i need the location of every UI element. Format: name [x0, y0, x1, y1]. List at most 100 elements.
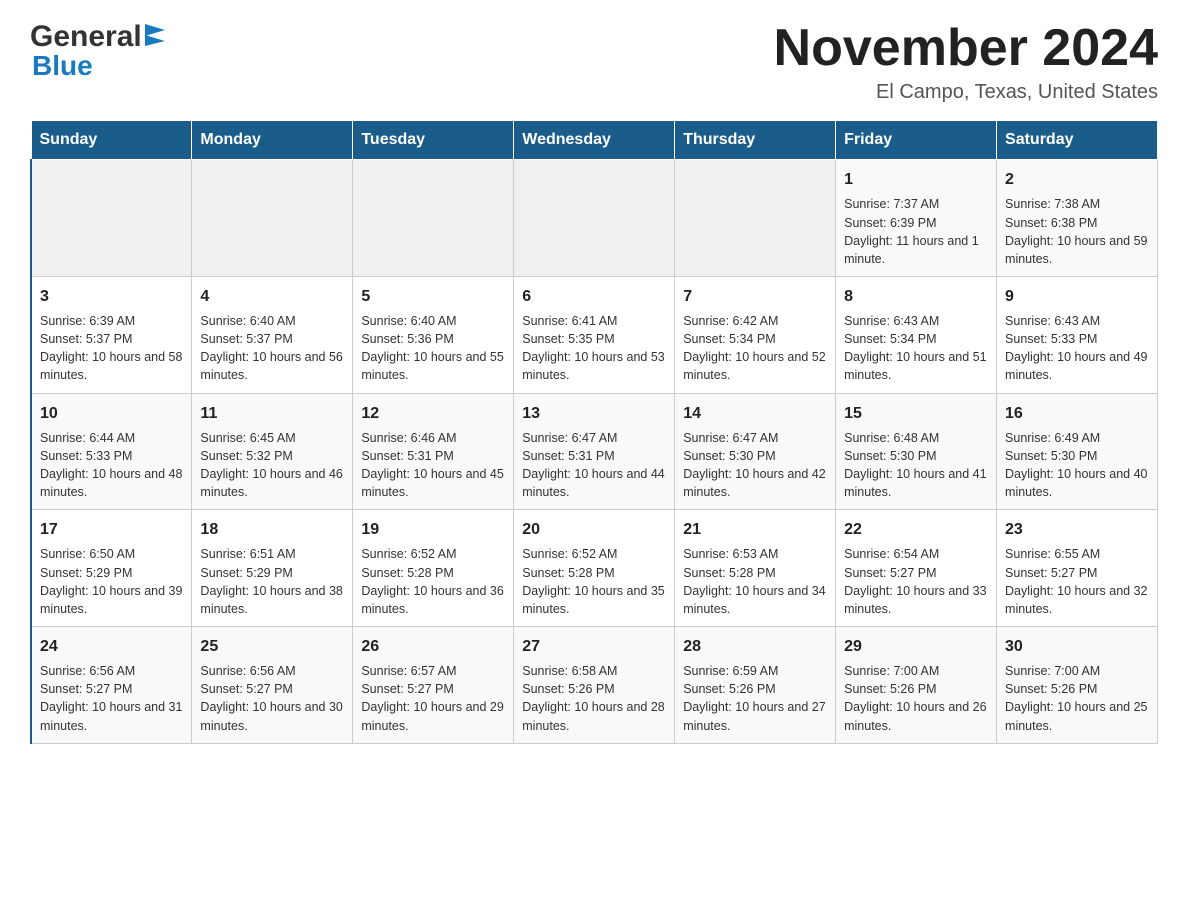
calendar-cell: 18 Sunrise: 6:51 AM Sunset: 5:29 PM Dayli… [192, 510, 353, 627]
day-info: Sunrise: 7:00 AM Sunset: 5:26 PM Dayligh… [1005, 662, 1149, 735]
location-text: El Campo, Texas, United States [774, 81, 1158, 104]
day-number: 8 [844, 285, 988, 308]
day-info: Sunrise: 6:42 AM Sunset: 5:34 PM Dayligh… [683, 312, 827, 385]
day-number: 5 [361, 285, 505, 308]
calendar-week-row: 17Sunrise: 6:50 AM Sunset: 5:29 PM Dayli… [31, 510, 1158, 627]
calendar-cell: 26 Sunrise: 6:57 AM Sunset: 5:27 PM Dayli… [353, 626, 514, 743]
col-tuesday: Tuesday [353, 121, 514, 160]
day-info: Sunrise: 6:51 AM Sunset: 5:29 PM Dayligh… [200, 545, 344, 618]
col-saturday: Saturday [997, 121, 1158, 160]
day-number: 10 [40, 402, 183, 425]
month-title: November 2024 [774, 20, 1158, 77]
day-info: Sunrise: 6:39 AM Sunset: 5:37 PM Dayligh… [40, 312, 183, 385]
calendar-cell: 9Sunrise: 6:43 AM Sunset: 5:33 PM Daylig… [997, 276, 1158, 393]
calendar-week-row: 3 Sunrise: 6:39 AM Sunset: 5:37 PM Daylig… [31, 276, 1158, 393]
day-info: Sunrise: 6:47 AM Sunset: 5:30 PM Dayligh… [683, 429, 827, 502]
day-number: 23 [1005, 518, 1149, 541]
calendar-cell: 7 Sunrise: 6:42 AM Sunset: 5:34 PM Daylig… [675, 276, 836, 393]
day-number: 27 [522, 635, 666, 658]
day-info: Sunrise: 6:52 AM Sunset: 5:28 PM Dayligh… [522, 545, 666, 618]
days-of-week-row: Sunday Monday Tuesday Wednesday Thursday… [31, 121, 1158, 160]
day-number: 28 [683, 635, 827, 658]
calendar-cell: 15Sunrise: 6:48 AM Sunset: 5:30 PM Dayli… [836, 393, 997, 510]
day-number: 12 [361, 402, 505, 425]
day-info: Sunrise: 6:40 AM Sunset: 5:36 PM Dayligh… [361, 312, 505, 385]
calendar-cell [192, 160, 353, 277]
day-number: 21 [683, 518, 827, 541]
calendar-cell [31, 160, 192, 277]
calendar-cell: 24Sunrise: 6:56 AM Sunset: 5:27 PM Dayli… [31, 626, 192, 743]
day-number: 29 [844, 635, 988, 658]
day-info: Sunrise: 6:44 AM Sunset: 5:33 PM Dayligh… [40, 429, 183, 502]
day-info: Sunrise: 6:43 AM Sunset: 5:33 PM Dayligh… [1005, 312, 1149, 385]
day-info: Sunrise: 6:45 AM Sunset: 5:32 PM Dayligh… [200, 429, 344, 502]
calendar-cell: 11Sunrise: 6:45 AM Sunset: 5:32 PM Dayli… [192, 393, 353, 510]
day-number: 7 [683, 285, 827, 308]
day-number: 22 [844, 518, 988, 541]
day-number: 26 [361, 635, 505, 658]
calendar-cell: 21 Sunrise: 6:53 AM Sunset: 5:28 PM Dayli… [675, 510, 836, 627]
day-number: 15 [844, 402, 988, 425]
calendar-cell: 27 Sunrise: 6:58 AM Sunset: 5:26 PM Dayli… [514, 626, 675, 743]
day-info: Sunrise: 6:43 AM Sunset: 5:34 PM Dayligh… [844, 312, 988, 385]
day-number: 6 [522, 285, 666, 308]
calendar-week-row: 10 Sunrise: 6:44 AM Sunset: 5:33 PM Dayli… [31, 393, 1158, 510]
day-info: Sunrise: 7:00 AM Sunset: 5:26 PM Dayligh… [844, 662, 988, 735]
calendar-cell: 6 Sunrise: 6:41 AM Sunset: 5:35 PM Daylig… [514, 276, 675, 393]
day-info: Sunrise: 6:41 AM Sunset: 5:35 PM Dayligh… [522, 312, 666, 385]
title-area: November 2024 El Campo, Texas, United St… [774, 20, 1158, 104]
page-header: General Blue November 2024 El Campo, Tex… [30, 20, 1158, 104]
day-number: 16 [1005, 402, 1149, 425]
day-info: Sunrise: 6:54 AM Sunset: 5:27 PM Dayligh… [844, 545, 988, 618]
calendar-week-row: 24Sunrise: 6:56 AM Sunset: 5:27 PM Dayli… [31, 626, 1158, 743]
col-friday: Friday [836, 121, 997, 160]
day-number: 19 [361, 518, 505, 541]
calendar-cell: 22 Sunrise: 6:54 AM Sunset: 5:27 PM Dayli… [836, 510, 997, 627]
day-number: 20 [522, 518, 666, 541]
calendar-cell: 23 Sunrise: 6:55 AM Sunset: 5:27 PM Dayli… [997, 510, 1158, 627]
calendar-cell: 8 Sunrise: 6:43 AM Sunset: 5:34 PM Daylig… [836, 276, 997, 393]
day-number: 2 [1005, 168, 1149, 191]
calendar-cell [675, 160, 836, 277]
day-number: 13 [522, 402, 666, 425]
calendar-cell: 1Sunrise: 7:37 AM Sunset: 6:39 PM Daylig… [836, 160, 997, 277]
calendar-cell: 10 Sunrise: 6:44 AM Sunset: 5:33 PM Dayli… [31, 393, 192, 510]
logo-general-text: General [30, 20, 142, 54]
calendar-cell: 28 Sunrise: 6:59 AM Sunset: 5:26 PM Dayli… [675, 626, 836, 743]
day-info: Sunrise: 6:47 AM Sunset: 5:31 PM Dayligh… [522, 429, 666, 502]
calendar-cell: 25Sunrise: 6:56 AM Sunset: 5:27 PM Dayli… [192, 626, 353, 743]
day-info: Sunrise: 6:46 AM Sunset: 5:31 PM Dayligh… [361, 429, 505, 502]
calendar-cell: 5 Sunrise: 6:40 AM Sunset: 5:36 PM Daylig… [353, 276, 514, 393]
day-info: Sunrise: 6:59 AM Sunset: 5:26 PM Dayligh… [683, 662, 827, 735]
calendar-header: Sunday Monday Tuesday Wednesday Thursday… [31, 121, 1158, 160]
day-number: 3 [40, 285, 183, 308]
calendar-cell: 16 Sunrise: 6:49 AM Sunset: 5:30 PM Dayli… [997, 393, 1158, 510]
day-number: 1 [844, 168, 988, 191]
day-info: Sunrise: 6:58 AM Sunset: 5:26 PM Dayligh… [522, 662, 666, 735]
col-wednesday: Wednesday [514, 121, 675, 160]
day-info: Sunrise: 6:49 AM Sunset: 5:30 PM Dayligh… [1005, 429, 1149, 502]
calendar-cell: 19 Sunrise: 6:52 AM Sunset: 5:28 PM Dayli… [353, 510, 514, 627]
day-number: 30 [1005, 635, 1149, 658]
day-info: Sunrise: 6:56 AM Sunset: 5:27 PM Dayligh… [40, 662, 183, 735]
calendar-cell: 3 Sunrise: 6:39 AM Sunset: 5:37 PM Daylig… [31, 276, 192, 393]
day-info: Sunrise: 6:52 AM Sunset: 5:28 PM Dayligh… [361, 545, 505, 618]
day-number: 18 [200, 518, 344, 541]
day-info: Sunrise: 6:53 AM Sunset: 5:28 PM Dayligh… [683, 545, 827, 618]
day-number: 4 [200, 285, 344, 308]
col-sunday: Sunday [31, 121, 192, 160]
day-info: Sunrise: 6:40 AM Sunset: 5:37 PM Dayligh… [200, 312, 344, 385]
calendar-week-row: 1Sunrise: 7:37 AM Sunset: 6:39 PM Daylig… [31, 160, 1158, 277]
calendar-cell: 12 Sunrise: 6:46 AM Sunset: 5:31 PM Dayli… [353, 393, 514, 510]
day-info: Sunrise: 6:55 AM Sunset: 5:27 PM Dayligh… [1005, 545, 1149, 618]
logo: General [30, 20, 165, 54]
calendar-body: 1Sunrise: 7:37 AM Sunset: 6:39 PM Daylig… [31, 160, 1158, 743]
day-info: Sunrise: 6:57 AM Sunset: 5:27 PM Dayligh… [361, 662, 505, 735]
day-info: Sunrise: 7:38 AM Sunset: 6:38 PM Dayligh… [1005, 195, 1149, 268]
calendar-cell: 14Sunrise: 6:47 AM Sunset: 5:30 PM Dayli… [675, 393, 836, 510]
col-monday: Monday [192, 121, 353, 160]
calendar-table: Sunday Monday Tuesday Wednesday Thursday… [30, 120, 1158, 743]
logo-area: General Blue [30, 20, 165, 82]
calendar-cell [514, 160, 675, 277]
calendar-cell: 20 Sunrise: 6:52 AM Sunset: 5:28 PM Dayli… [514, 510, 675, 627]
